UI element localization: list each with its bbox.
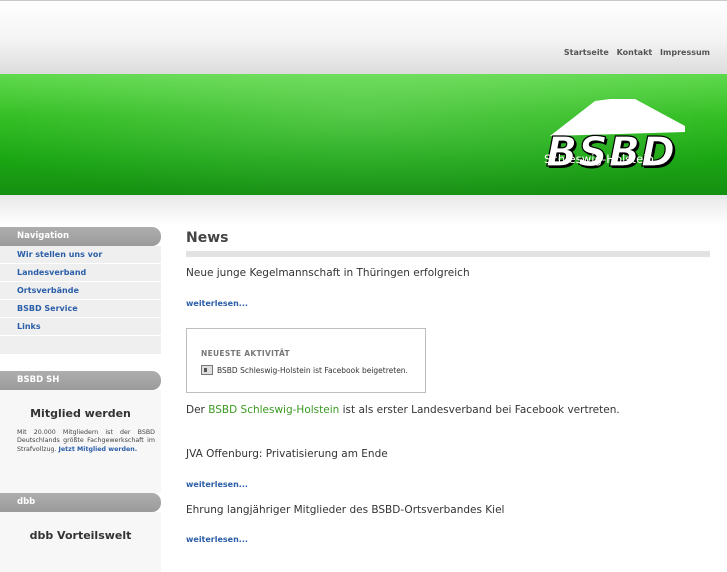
logo-subtitle: Schleswig-Holstein: [544, 152, 654, 166]
sidebar-spacer: [0, 336, 161, 354]
sidebar-item-ortsverbaende[interactable]: Ortsverbände: [0, 282, 161, 300]
member-block: Mitglied werden Mit 20.000 Mitgliedern i…: [0, 390, 161, 493]
main-content: News Neue junge Kegelmannschaft in Thüri…: [186, 227, 710, 544]
join-member-link[interactable]: Jetzt Mitglied werden.: [59, 446, 138, 453]
facebook-notice-text: Der BSBD Schleswig-Holstein ist als erst…: [186, 404, 620, 416]
sidebar-item-links[interactable]: Links: [0, 318, 161, 336]
news-item: JVA Offenburg: Privatisierung am Ende: [186, 448, 388, 460]
sidebar-dbb-heading: dbb: [0, 493, 161, 512]
news-item-title: Neue junge Kegelmannschaft in Thüringen …: [186, 267, 470, 279]
bsbd-facebook-link[interactable]: BSBD Schleswig-Holstein: [208, 404, 339, 416]
news-item-title: JVA Offenburg: Privatisierung am Ende: [186, 448, 388, 460]
sidebar-navigation-list: Wir stellen uns vor Landesverband Ortsve…: [0, 246, 161, 336]
read-more-link[interactable]: weiterlesen...: [186, 535, 248, 544]
facebook-activity-row[interactable]: BSBD Schleswig-Holstein ist Facebook bei…: [201, 365, 408, 376]
member-block-text: Mit 20.000 Mitgliedern ist der BSBD Deut…: [17, 429, 155, 453]
top-navigation: Startseite Kontakt Impressum: [559, 48, 710, 57]
sidebar-bsbd-sh-heading: BSBD SH: [0, 371, 161, 390]
banner-shadow: [0, 195, 727, 225]
header-banner: BSBD BSBD Schleswig-Holstein: [0, 74, 727, 195]
facebook-activity-heading: NEUESTE AKTIVITÄT: [201, 349, 290, 358]
member-block-title: Mitglied werden: [30, 407, 131, 420]
title-divider: [186, 251, 710, 257]
dbb-block-title: dbb Vorteilswelt: [29, 529, 132, 542]
read-more-link[interactable]: weiterlesen...: [186, 480, 248, 489]
sidebar-item-bsbd-service[interactable]: BSBD Service: [0, 300, 161, 318]
top-header: Startseite Kontakt Impressum: [0, 0, 727, 74]
topnav-kontakt-link[interactable]: Kontakt: [617, 48, 653, 57]
topnav-impressum-link[interactable]: Impressum: [660, 48, 710, 57]
sidebar: Navigation Wir stellen uns vor Landesver…: [0, 227, 161, 572]
news-item-title: Ehrung langjähriger Mitglieder des BSBD-…: [186, 504, 505, 516]
sidebar-item-wir-stellen-uns-vor[interactable]: Wir stellen uns vor: [0, 246, 161, 264]
sidebar-navigation-heading: Navigation: [0, 227, 161, 246]
facebook-page-icon: [201, 365, 213, 375]
sidebar-item-landesverband[interactable]: Landesverband: [0, 264, 161, 282]
topnav-startseite-link[interactable]: Startseite: [564, 48, 609, 57]
page-title: News: [186, 230, 229, 246]
news-item: Neue junge Kegelmannschaft in Thüringen …: [186, 267, 470, 279]
facebook-activity-box: NEUESTE AKTIVITÄT BSBD Schleswig-Holstei…: [186, 328, 426, 393]
news-item: Ehrung langjähriger Mitglieder des BSBD-…: [186, 504, 504, 516]
dbb-block: dbb Vorteilswelt: [0, 512, 161, 572]
read-more-link[interactable]: weiterlesen...: [186, 299, 248, 308]
